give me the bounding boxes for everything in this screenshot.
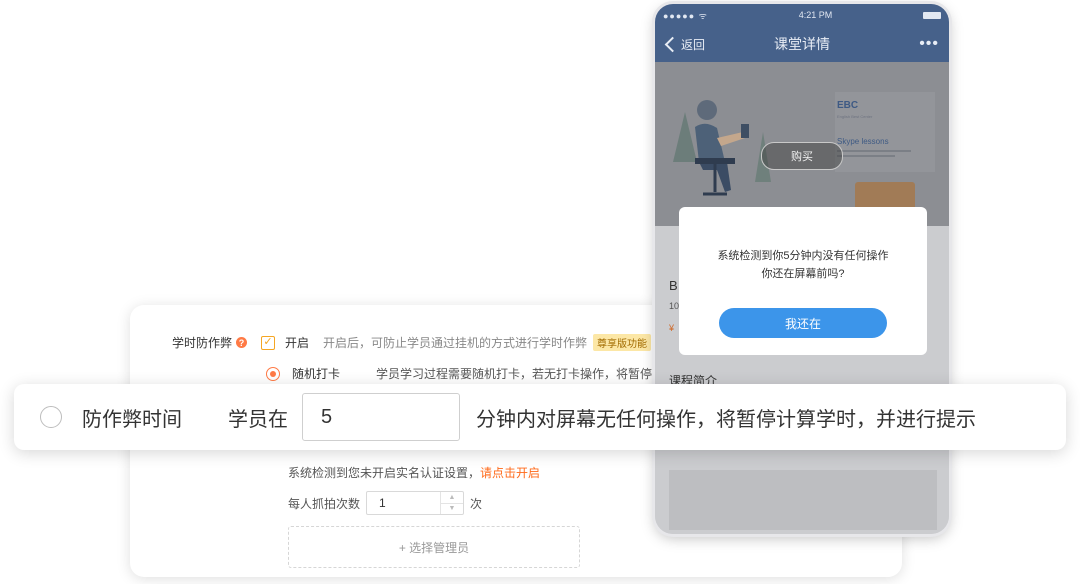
capture-count-stepper[interactable]: ▲ ▼ (440, 492, 464, 515)
minutes-input[interactable]: 5 (302, 393, 460, 441)
still-here-button[interactable]: 我还在 (719, 308, 887, 338)
enable-label: 开启 (285, 336, 310, 350)
banner-tagline: English Best Center (837, 114, 873, 119)
strip-prefix: 学员在 (228, 408, 288, 431)
signal-icon: ●●●●● ᯤ (663, 10, 708, 21)
content-placeholder (669, 470, 937, 530)
course-subtitle: 10 (669, 301, 680, 311)
capture-count-row: 每人抓拍次数 1 ▲ ▼ 次 (288, 491, 482, 515)
random-checkin-row: 随机打卡 学员学习过程需要随机打卡，若无打卡操作，将暂停 (266, 365, 652, 382)
premium-badge: 尊享版功能 (593, 334, 652, 351)
status-time: 4:21 PM (798, 10, 833, 20)
alert-line-1: 系统检测到你5分钟内没有任何操作 (717, 250, 889, 262)
inactivity-alert: 系统检测到你5分钟内没有任何操作 你还在屏幕前吗? 我还在 (679, 207, 927, 355)
increment-icon[interactable]: ▲ (441, 492, 464, 504)
random-checkin-desc: 学员学习过程需要随机打卡，若无打卡操作，将暂停 (376, 367, 653, 381)
enable-hint: 开启后，可防止学员通过挂机的方式进行学时作弊 (323, 336, 588, 350)
random-checkin-radio[interactable] (266, 366, 280, 381)
anti-cheat-time-label: 防作弊时间 (82, 408, 182, 431)
strip-suffix: 分钟内对屏幕无任何操作，将暂停计算学时，并进行提示 (476, 408, 976, 431)
back-chevron-icon (664, 36, 681, 52)
anti-cheat-label: 学时防作弊 (172, 336, 233, 350)
buy-button[interactable]: 购买 (761, 142, 843, 170)
phone-mockup: ●●●●● ᯤ 4:21 PM 返回 课堂详情 ••• EBC English … (655, 4, 949, 534)
back-button[interactable]: 返回 (663, 36, 705, 53)
back-label: 返回 (681, 37, 706, 52)
alert-line-2: 你还在屏幕前吗? (761, 268, 845, 280)
course-banner: EBC English Best Center Skype lessons 购买 (655, 62, 949, 226)
anti-cheat-time-radio[interactable] (40, 406, 62, 428)
course-price: ¥ (669, 323, 675, 333)
anti-cheat-time-strip: 防作弊时间 学员在 5 分钟内对屏幕无任何操作，将暂停计算学时，并进行提示 (14, 384, 1066, 450)
enable-verification-link[interactable]: 请点击开启 (480, 464, 540, 481)
banner-brand: EBC (837, 100, 858, 111)
capture-count-label: 每人抓拍次数 (288, 496, 361, 511)
anti-cheat-row: 学时防作弊 ? ✓ 开启 开启后，可防止学员通过挂机的方式进行学时作弊 尊享版功… (172, 334, 652, 351)
verify-notice: 系统检测到您未开启实名认证设置， (288, 466, 481, 480)
verify-notice-row: 系统检测到您未开启实名认证设置， 请点击开启 (288, 464, 540, 481)
course-title: B (669, 278, 678, 293)
status-bar: ●●●●● ᯤ 4:21 PM (655, 4, 949, 26)
battery-icon (923, 11, 941, 19)
decrement-icon[interactable]: ▼ (441, 504, 463, 515)
select-manager-button[interactable]: + 选择管理员 (288, 526, 580, 568)
more-icon[interactable]: ••• (919, 35, 939, 53)
capture-count-value[interactable]: 1 (367, 496, 440, 510)
banner-heading: Skype lessons (837, 137, 889, 146)
help-icon[interactable]: ? (236, 337, 248, 348)
nav-bar: 返回 课堂详情 ••• (655, 26, 949, 62)
random-checkin-label: 随机打卡 (292, 367, 341, 381)
alert-message: 系统检测到你5分钟内没有任何操作 你还在屏幕前吗? (679, 247, 927, 283)
capture-count-input[interactable]: 1 ▲ ▼ (366, 491, 465, 515)
enable-checkbox[interactable]: ✓ (261, 335, 276, 350)
capture-count-unit: 次 (470, 496, 483, 511)
nav-title: 课堂详情 (774, 36, 830, 52)
